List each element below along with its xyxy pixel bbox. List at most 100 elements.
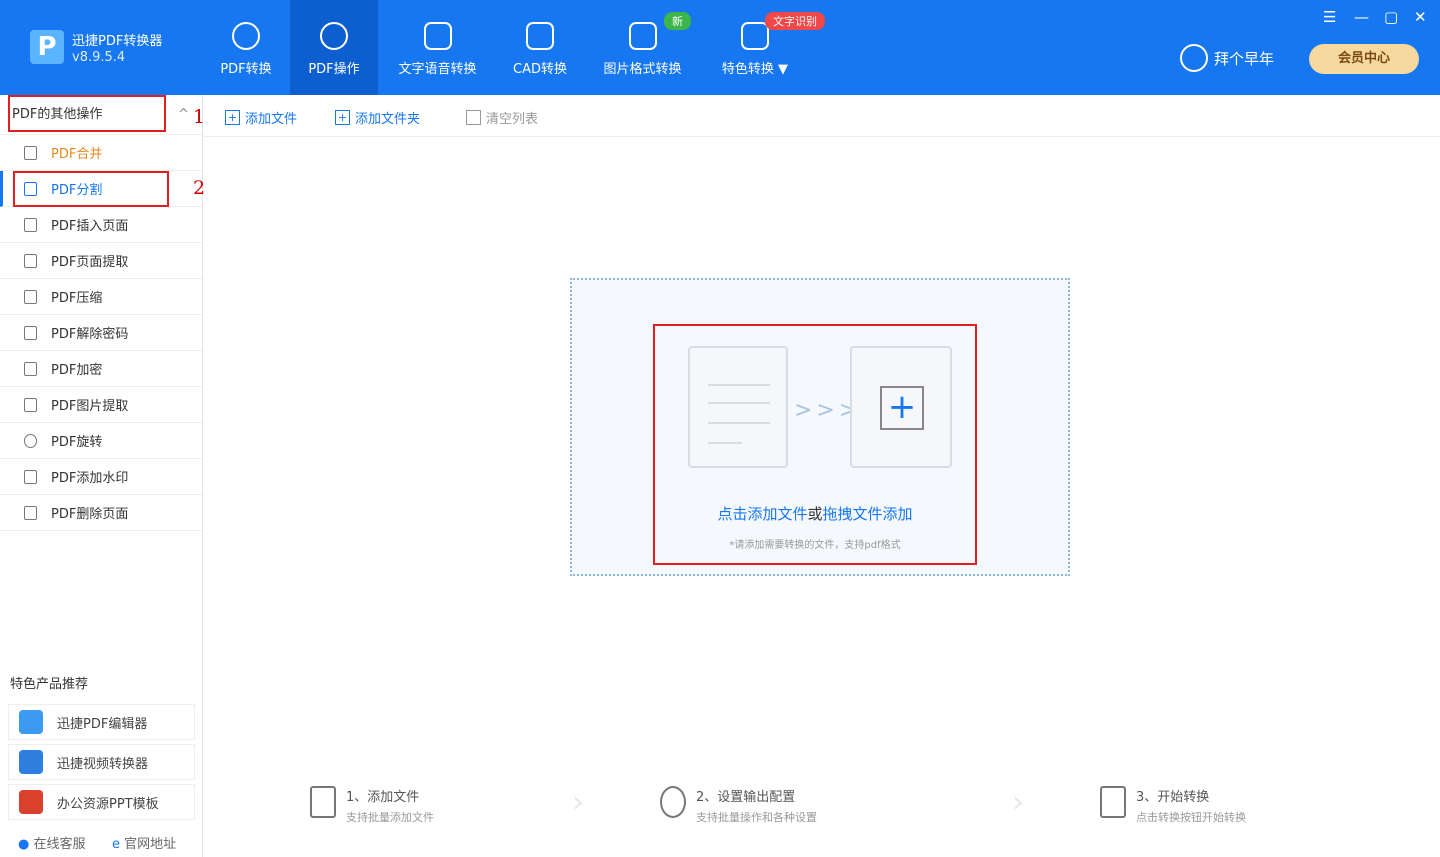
recommend-title: 特色产品推荐	[10, 677, 89, 692]
extract-icon	[24, 253, 37, 268]
item-label: PDF图片提取	[51, 399, 129, 414]
product-video-converter[interactable]: 迅捷视频转换器	[8, 744, 195, 780]
compress-icon	[24, 289, 37, 304]
app-version: v8.9.5.4	[72, 50, 126, 65]
shield-icon	[24, 361, 37, 376]
image-icon	[24, 397, 37, 412]
step-title: 2、设置输出配置	[696, 790, 796, 805]
service-icon: ●	[18, 837, 30, 852]
sidebar-item-encrypt[interactable]: PDF加密	[0, 351, 202, 387]
special-convert-icon	[741, 22, 769, 50]
sidebar-item-unlock[interactable]: PDF解除密码	[0, 315, 202, 351]
sidebar-item-delete[interactable]: PDF删除页面	[0, 495, 202, 531]
sidebar-item-split[interactable]: PDF分割	[0, 171, 202, 207]
button-label: 添加文件	[245, 112, 298, 127]
product-pdf-editor[interactable]: 迅捷PDF编辑器	[8, 704, 195, 740]
tab-cad[interactable]: CAD转换	[505, 0, 575, 95]
link-label: 在线客服	[33, 837, 86, 852]
toolbar: + 添加文件 + 添加文件夹 清空列表	[203, 95, 1440, 137]
product-ppt-templates[interactable]: 办公资源PPT模板	[8, 784, 195, 820]
chevron-right-icon: ›	[572, 785, 584, 820]
drop-prompt[interactable]: 点击添加文件或拖拽文件添加	[653, 503, 977, 524]
clear-list-button[interactable]: 清空列表	[466, 108, 538, 127]
sidebar-item-image-extract[interactable]: PDF图片提取	[0, 387, 202, 423]
link-label: 官网地址	[124, 837, 177, 852]
gear-icon	[320, 22, 348, 50]
tab-pdf-operations[interactable]: PDF操作	[290, 0, 378, 95]
add-file-button[interactable]: + 添加文件	[225, 108, 297, 127]
step-title: 3、开始转换	[1136, 790, 1210, 805]
minimize-icon[interactable]: —	[1354, 8, 1369, 26]
drag-add-text: 拖拽文件添加	[822, 505, 913, 523]
item-label: PDF插入页面	[51, 219, 129, 234]
sidebar-item-insert[interactable]: PDF插入页面	[0, 207, 202, 243]
item-label: PDF添加水印	[51, 471, 129, 486]
collapse-caret-icon[interactable]: ^	[178, 107, 189, 122]
title-bar: P 迅捷PDF转换器 v8.9.5.4 PDF转换 PDF操作 文字语音转换 C…	[0, 0, 1440, 95]
or-text: 或	[807, 505, 823, 523]
product-label: 办公资源PPT模板	[57, 796, 159, 812]
user-name: 拜个早年	[1214, 49, 1275, 68]
step-desc: 点击转换按钮开始转换	[1136, 811, 1246, 824]
image-icon	[628, 22, 657, 50]
button-label: 清空列表	[486, 112, 539, 127]
trash-icon	[466, 110, 481, 125]
tab-label: 特色转换 ▼	[721, 62, 789, 77]
delete-page-icon	[24, 505, 37, 520]
tab-pdf-convert[interactable]: PDF转换	[205, 0, 287, 95]
user-account[interactable]: 拜个早年	[1180, 44, 1274, 72]
click-add-link[interactable]: 点击添加文件	[717, 505, 807, 523]
sidebar-item-extract[interactable]: PDF页面提取	[0, 243, 202, 279]
item-label: PDF页面提取	[51, 255, 129, 270]
menu-icon[interactable]: ☰	[1323, 8, 1336, 26]
insert-page-icon	[24, 217, 37, 232]
avatar-icon	[1180, 44, 1208, 72]
pdf-editor-icon	[19, 710, 43, 734]
step-3: 3、开始转换点击转换按钮开始转换	[1100, 786, 1246, 825]
step-desc: 支持批量操作和各种设置	[696, 811, 817, 824]
step-2: 2、设置输出配置支持批量操作和各种设置	[660, 786, 817, 825]
merge-icon	[24, 145, 37, 160]
online-service-link[interactable]: ● 在线客服	[18, 833, 86, 852]
step-1: 1、添加文件支持批量添加文件	[310, 786, 434, 825]
step-desc: 支持批量添加文件	[346, 811, 434, 824]
add-folder-icon: +	[335, 110, 350, 125]
maximize-icon[interactable]: ▢	[1384, 8, 1398, 26]
drop-hint: *请添加需要转换的文件，支持pdf格式	[729, 540, 901, 551]
website-link[interactable]: e 官网地址	[112, 833, 176, 852]
tab-label: CAD转换	[513, 62, 567, 77]
item-label: PDF删除页面	[51, 507, 129, 522]
button-label: 添加文件夹	[355, 112, 421, 127]
audio-wave-icon	[423, 22, 452, 50]
product-label: 迅捷视频转换器	[57, 756, 149, 772]
gear-icon	[660, 786, 686, 818]
item-label: PDF合并	[51, 147, 103, 162]
ppt-icon	[19, 790, 43, 814]
ocr-badge: 文字识别	[765, 12, 825, 30]
tab-label: 图片格式转换	[603, 62, 682, 77]
sidebar-item-merge[interactable]: PDF合并	[0, 135, 202, 171]
vip-center-button[interactable]: 会员中心	[1309, 44, 1419, 74]
cad-icon	[526, 22, 554, 50]
convert-icon	[1100, 786, 1126, 818]
annotation-2: 2	[193, 177, 206, 199]
tab-label: PDF转换	[220, 62, 272, 77]
product-label: 迅捷PDF编辑器	[57, 716, 148, 732]
tab-label: PDF操作	[308, 62, 360, 77]
app-logo: P	[30, 30, 64, 64]
add-folder-button[interactable]: + 添加文件夹	[335, 108, 420, 127]
sidebar-item-rotate[interactable]: PDF旋转	[0, 423, 202, 459]
sidebar-item-compress[interactable]: PDF压缩	[0, 279, 202, 315]
file-add-icon	[310, 786, 336, 818]
close-icon[interactable]: ✕	[1414, 8, 1427, 26]
watermark-icon	[24, 469, 37, 484]
tab-label: 文字语音转换	[398, 62, 477, 77]
step-title: 1、添加文件	[346, 790, 420, 805]
annotation-box	[653, 324, 977, 565]
section-header[interactable]: PDF的其他操作 ^	[0, 95, 202, 135]
lock-icon	[24, 325, 37, 340]
sidebar-item-watermark[interactable]: PDF添加水印	[0, 459, 202, 495]
item-label: PDF解除密码	[51, 327, 129, 342]
tab-text-speech[interactable]: 文字语音转换	[390, 0, 485, 95]
browser-icon: e	[112, 837, 120, 852]
